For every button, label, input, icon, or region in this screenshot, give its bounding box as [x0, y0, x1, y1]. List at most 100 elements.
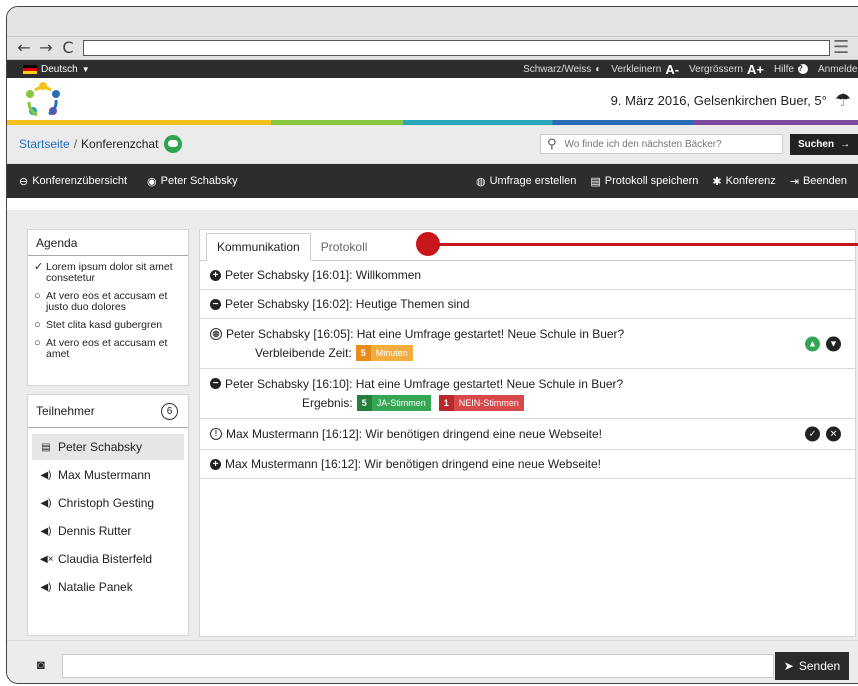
font-smaller-button[interactable]: Verkleinern A- [611, 62, 679, 77]
participant-item[interactable]: ◀) Max Mustermann [32, 462, 184, 488]
poll-icon: ◍ [210, 327, 222, 340]
message-text: Peter Schabsky [16:10]: Hat eine Umfrage… [225, 376, 624, 391]
conference-settings-button[interactable]: ✱ Konferenz [712, 175, 775, 188]
chat-message: + Peter Schabsky [16:01]: Willkommen [200, 261, 855, 290]
font-bigger-button[interactable]: Vergrössern A+ [689, 62, 764, 77]
agenda-item-text: At vero eos et accusam et justo duo dolo… [46, 290, 168, 313]
browser-menu-icon[interactable]: ☰ [833, 39, 849, 57]
poll-icon: ◍ [475, 175, 486, 188]
agenda-item[interactable]: ○ At vero eos et accusam et amet [34, 338, 184, 360]
search-button[interactable]: Suchen → [790, 134, 858, 155]
help-label: Hilfe [773, 63, 794, 75]
yes-votes-badge: 5 JA-Stimmen [356, 394, 431, 411]
agenda-item-text: At vero eos et accusam et amet [46, 337, 168, 360]
conference-label: Konferenz [725, 175, 776, 187]
create-poll-button[interactable]: ◍ Umfrage erstellen [476, 175, 576, 188]
participants-header: Teilnehmer 6 [28, 395, 188, 428]
current-user[interactable]: ◉ Peter Schabsky [147, 175, 238, 188]
user-label: Peter Schabsky [160, 175, 238, 187]
breadcrumb-separator: / [73, 137, 78, 151]
participant-name: Natalie Panek [58, 580, 133, 594]
participant-item[interactable]: ▤ Peter Schabsky [32, 434, 184, 460]
close-circle-icon[interactable]: ✕ [826, 426, 841, 442]
participants-count: 6 [161, 402, 178, 420]
rain-cloud-icon: ☂ [834, 90, 851, 110]
participant-item[interactable]: ◀) Dennis Rutter [32, 518, 184, 544]
overview-label: Konferenzübersicht [32, 175, 127, 187]
check-circle-icon[interactable]: ✓ [805, 426, 820, 442]
conference-overview-link[interactable]: ⊖ Konferenzübersicht [19, 175, 127, 188]
message-text: Peter Schabsky [16:05]: Hat eine Umfrage… [226, 326, 625, 341]
chat-panel: Kommunikation Protokoll + Peter Schabsky … [199, 229, 858, 637]
remaining-time-unit: Minuten [370, 344, 413, 361]
gear-icon: ✱ [712, 175, 722, 188]
agenda-item[interactable]: ✓ Lorem ipsum dolor sit amet consetetur [34, 262, 184, 284]
search-input[interactable] [564, 138, 765, 150]
send-icon: ➤ [783, 659, 794, 673]
contrast-toggle[interactable]: Schwarz/Weiss ◐ [523, 64, 601, 75]
date-location: 9. März 2016, Gelsenkirchen Buer, 5° [610, 93, 827, 108]
message-text: Peter Schabsky [16:02]: Heutige Themen s… [225, 297, 470, 311]
thumbs-down-icon[interactable]: ▼ [826, 336, 841, 351]
tab-kommunikation[interactable]: Kommunikation [206, 233, 311, 261]
reload-icon[interactable]: C [57, 38, 79, 58]
plus-circle-icon[interactable]: + [210, 269, 221, 281]
circle-icon: ○ [34, 290, 41, 302]
document-icon: ▤ [41, 441, 51, 453]
speaker-icon: ◀) [40, 469, 52, 481]
participant-item[interactable]: ◀) Christoph Gesting [32, 490, 184, 516]
chat-message: ◍ Peter Schabsky [16:05]: Hat eine Umfrag… [200, 319, 855, 369]
browser-titlebar [7, 7, 858, 37]
search-button-label: Suchen [797, 139, 835, 150]
breadcrumb-home[interactable]: Startseite [19, 137, 70, 151]
save-protocol-button[interactable]: ▤ Protokoll speichern [590, 175, 698, 188]
minus-circle-icon[interactable]: − [210, 298, 221, 310]
message-input[interactable] [62, 654, 774, 678]
forward-icon[interactable]: → [35, 38, 57, 58]
contrast-label: Schwarz/Weiss [523, 63, 592, 75]
site-logo[interactable] [23, 80, 63, 120]
caret-down-icon: ▼ [81, 64, 90, 74]
minus-circle-icon[interactable]: − [210, 378, 221, 389]
agenda-item[interactable]: ○ Stet clita kasd gubergren [34, 320, 184, 331]
participant-item[interactable]: ◀× Claudia Bisterfeld [32, 546, 184, 572]
document-icon: ▤ [590, 175, 601, 188]
back-circle-icon: ⊖ [19, 175, 29, 188]
font-smaller-glyph: A- [665, 61, 680, 77]
yes-votes-label: JA-Stimmen [371, 394, 431, 411]
end-conference-button[interactable]: ⇥ Beenden [790, 175, 847, 188]
participant-item[interactable]: ◀) Natalie Panek [32, 574, 184, 600]
speaker-muted-icon: ◀× [40, 553, 54, 565]
search-field[interactable]: ⚲ [540, 134, 783, 154]
font-bigger-glyph: A+ [746, 61, 764, 77]
annotation-pointer-line [438, 243, 858, 246]
agenda-item[interactable]: ○ At vero eos et accusam et justo duo dol… [34, 291, 184, 313]
camera-icon[interactable]: ◙ [37, 657, 45, 672]
participant-name: Max Mustermann [58, 468, 151, 482]
circle-icon: ○ [34, 337, 41, 349]
login-link[interactable]: Anmelden➜ [818, 64, 858, 75]
create-poll-label: Umfrage erstellen [489, 175, 577, 187]
check-icon: ✓ [34, 261, 44, 273]
chat-message: − Peter Schabsky [16:10]: Hat eine Umfrag… [200, 369, 855, 419]
participants-title: Teilnehmer [36, 404, 95, 418]
help-link[interactable]: Hilfe? [774, 64, 808, 75]
user-icon: ◉ [147, 175, 157, 188]
message-text: Max Mustermann [16:12]: Wir benötigen dr… [226, 427, 602, 441]
back-icon[interactable]: ← [13, 38, 35, 58]
annotation-pointer-dot [416, 232, 440, 256]
plus-circle-icon[interactable]: + [210, 458, 221, 470]
login-label: Anmelden [817, 63, 858, 75]
logout-icon: ⇥ [789, 175, 799, 188]
message-text: Peter Schabsky [16:01]: Willkommen [225, 268, 422, 282]
thumbs-up-icon[interactable]: ▲ [805, 336, 820, 351]
browser-toolbar: ← → C ☰ [7, 37, 858, 60]
send-button[interactable]: ➤ Senden [775, 652, 849, 680]
no-votes-label: NEIN-Stimmen [453, 394, 524, 411]
tab-protokoll[interactable]: Protokoll [311, 234, 378, 260]
address-bar[interactable] [83, 40, 830, 56]
participant-name: Peter Schabsky [58, 440, 143, 454]
participant-name: Claudia Bisterfeld [58, 552, 153, 566]
language-selector[interactable]: Deutsch ▼ [23, 64, 90, 75]
remaining-time-badge: 5 Minuten [355, 344, 413, 361]
